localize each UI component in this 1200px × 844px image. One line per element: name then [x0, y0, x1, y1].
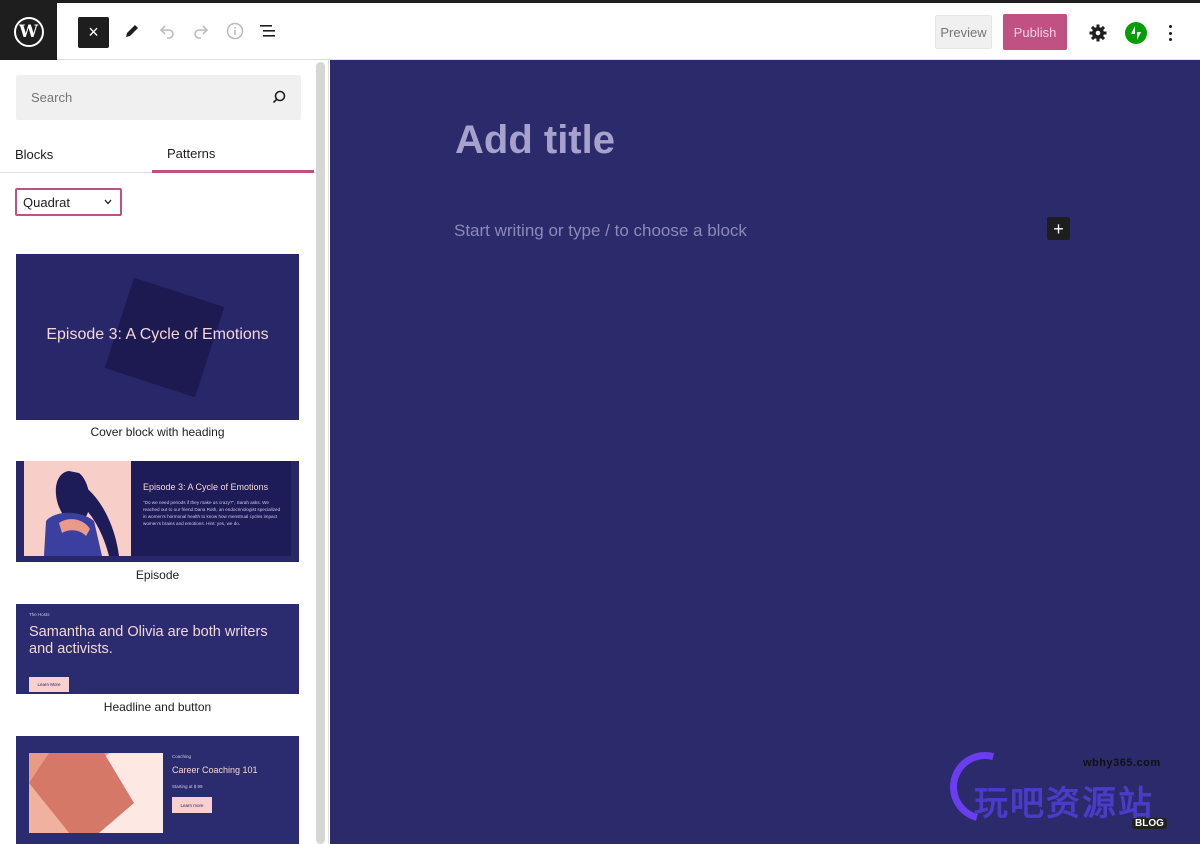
list-view-button[interactable]	[252, 15, 284, 47]
pattern-heading: Episode 3: A Cycle of Emotions	[143, 482, 269, 492]
undo-button[interactable]	[151, 15, 183, 47]
chevron-down-icon	[104, 199, 112, 205]
gear-icon	[1089, 24, 1107, 42]
jetpack-button[interactable]	[1125, 22, 1147, 44]
kebab-dot-icon	[1168, 38, 1172, 41]
block-inserter-panel: Blocks Patterns Quadrat Episode 3: A Cyc…	[0, 60, 329, 844]
pattern-career-coaching[interactable]: Coaching Career Coaching 101 Starting at…	[16, 736, 299, 844]
pencil-icon	[126, 25, 138, 37]
search-input[interactable]	[16, 75, 256, 120]
pattern-price: Starting at $ 99	[172, 784, 203, 789]
kebab-dot-icon	[1168, 25, 1172, 28]
pattern-episode[interactable]: Episode 3: A Cycle of Emotions "Do we ne…	[16, 461, 299, 562]
pattern-eyebrow: The Hosts	[29, 612, 50, 617]
geometric-shapes-icon	[29, 753, 134, 833]
post-title-placeholder[interactable]: Add title	[455, 118, 615, 163]
pattern-heading: Career Coaching 101	[172, 765, 258, 775]
watermark: wbhy365.com 玩吧资源站 BLOG	[937, 739, 1190, 840]
inserter-search	[16, 75, 301, 120]
info-icon	[226, 22, 244, 40]
episode-panel: Episode 3: A Cycle of Emotions "Do we ne…	[131, 461, 291, 556]
inserter-tabs: Blocks Patterns	[0, 136, 316, 173]
pattern-label: Cover block with heading	[90, 425, 225, 439]
close-inserter-button[interactable]: ×	[78, 17, 109, 48]
wordpress-logo[interactable]: W	[0, 0, 57, 63]
options-menu-button[interactable]	[1163, 22, 1177, 44]
illustration-woman	[24, 461, 131, 556]
watermark-badge: BLOG	[1132, 818, 1167, 829]
watermark-text: 玩吧资源站	[974, 785, 1154, 823]
block-placeholder[interactable]: Start writing or type / to choose a bloc…	[454, 221, 747, 241]
search-icon	[272, 90, 286, 104]
category-selected-value: Quadrat	[23, 194, 70, 210]
tab-patterns[interactable]: Patterns	[152, 136, 314, 173]
settings-button[interactable]	[1086, 21, 1110, 45]
wordpress-w-icon: W	[13, 16, 44, 47]
kebab-dot-icon	[1168, 31, 1172, 35]
preview-button[interactable]: Preview	[935, 15, 992, 49]
sidebar-scrollbar[interactable]	[316, 62, 325, 844]
close-icon: ×	[88, 22, 99, 42]
plus-icon: +	[1053, 218, 1064, 239]
details-button[interactable]	[219, 15, 251, 47]
pattern-body: "Do we need periods if they make us craz…	[143, 500, 281, 526]
redo-button[interactable]	[185, 15, 217, 47]
pattern-cover-block-with-heading[interactable]: Episode 3: A Cycle of Emotions	[16, 254, 299, 420]
pattern-eyebrow: Coaching	[172, 754, 192, 759]
undo-icon	[159, 25, 174, 39]
pattern-label: Episode	[135, 568, 180, 582]
pattern-category-select[interactable]: Quadrat	[15, 188, 122, 216]
pattern-button: Learn more	[172, 797, 212, 813]
add-block-button[interactable]: +	[1047, 217, 1070, 240]
tools-button[interactable]	[116, 15, 148, 47]
jetpack-icon	[1131, 26, 1141, 40]
editor-header: W × Preview Publish	[0, 0, 1200, 63]
redo-icon	[194, 25, 209, 39]
publish-button[interactable]: Publish	[1003, 14, 1067, 50]
list-view-icon	[260, 25, 275, 37]
editor-canvas[interactable]: Add title Start writing or type / to cho…	[330, 60, 1200, 844]
pattern-heading: Samantha and Olivia are both writers and…	[29, 624, 268, 657]
tab-blocks[interactable]: Blocks	[15, 136, 53, 173]
pattern-heading: Episode 3: A Cycle of Emotions	[46, 326, 269, 343]
woman-illustration-icon	[44, 471, 119, 556]
pattern-headline-and-button[interactable]: The Hosts Samantha and Olivia are both w…	[16, 604, 299, 694]
geometric-illustration	[29, 753, 163, 833]
watermark-url: wbhy365.com	[1083, 757, 1161, 769]
pattern-button: Learn More	[29, 677, 69, 692]
pattern-label: Headline and button	[103, 700, 212, 714]
